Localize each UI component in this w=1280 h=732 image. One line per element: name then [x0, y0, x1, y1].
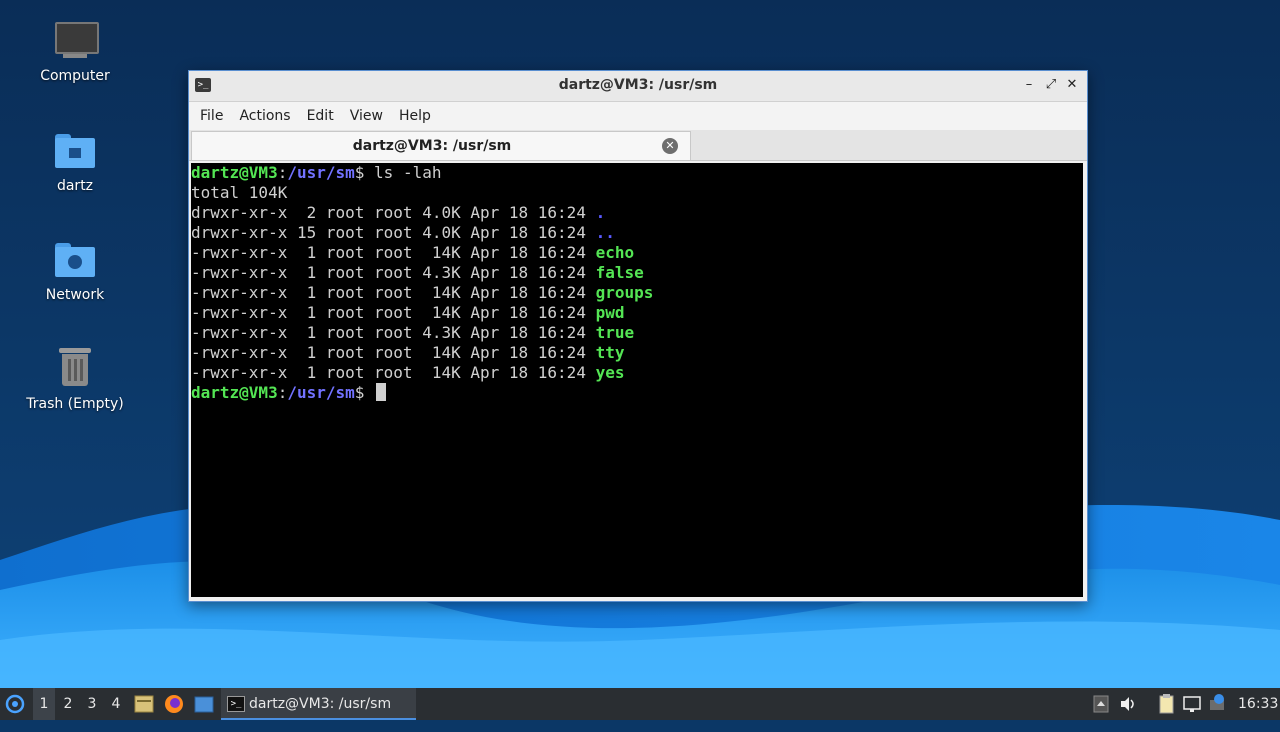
volume-icon	[1121, 697, 1134, 711]
tab-bar: dartz@VM3: /usr/sm ✕	[189, 130, 1087, 161]
workspace-2[interactable]: 2	[57, 688, 79, 720]
file-name: yes	[595, 363, 625, 382]
prompt-line: dartz@VM3:/usr/sm$	[191, 383, 1083, 403]
desktop-icon-label: Computer	[40, 68, 110, 84]
desktop-icon-trash[interactable]: Trash (Empty)	[20, 346, 130, 412]
tab-label: dartz@VM3: /usr/sm	[352, 138, 512, 154]
terminal-task-icon: >_	[227, 696, 245, 712]
maximize-button[interactable]: ⤢	[1041, 75, 1061, 95]
file-name: .	[595, 203, 606, 222]
prompt-path: /usr/sm	[287, 163, 355, 182]
close-button[interactable]: ✕	[1062, 75, 1082, 95]
prompt-user: dartz@VM3	[191, 163, 278, 182]
command-text: ls -lah	[374, 163, 442, 182]
listing-row: -rwxr-xr-x 1 root root 14K Apr 18 16:24 …	[191, 283, 1083, 303]
desktop-icon-label: dartz	[56, 178, 94, 194]
command-line: dartz@VM3:/usr/sm$ ls -lah	[191, 163, 442, 182]
firefox-icon	[165, 695, 183, 713]
terminal-window[interactable]: >_ dartz@VM3: /usr/sm – ⤢ ✕ File Actions E…	[188, 70, 1088, 602]
minimize-button[interactable]: –	[1019, 75, 1039, 95]
menu-help[interactable]: Help	[391, 102, 439, 130]
network-icon	[1183, 696, 1201, 712]
file-manager-launcher[interactable]	[133, 688, 155, 720]
prompt-user: dartz@VM3	[191, 383, 278, 402]
listing-row: -rwxr-xr-x 1 root root 14K Apr 18 16:24 …	[191, 243, 1083, 263]
file-name: echo	[595, 243, 635, 262]
taskbar: 1 2 3 4 >_ dartz@VM3: /usr/sm 16:33	[0, 688, 1280, 720]
listing-row: -rwxr-xr-x 1 root root 4.3K Apr 18 16:24…	[191, 263, 1083, 283]
workspace-4[interactable]: 4	[105, 688, 127, 720]
lxqt-logo-icon	[5, 694, 25, 714]
listing-row: drwxr-xr-x 2 root root 4.0K Apr 18 16:24…	[191, 203, 1083, 223]
computer-icon	[53, 18, 99, 62]
firefox-launcher[interactable]	[163, 688, 185, 720]
chevron-up-icon	[1093, 695, 1109, 713]
listing-row: -rwxr-xr-x 1 root root 14K Apr 18 16:24 …	[191, 343, 1083, 363]
task-label: dartz@VM3: /usr/sm	[249, 696, 392, 712]
tab-close-icon[interactable]: ✕	[662, 138, 678, 154]
clipboard-icon	[1159, 694, 1174, 714]
volume-button[interactable]	[1117, 688, 1139, 720]
desktop-icon-home[interactable]: dartz	[20, 128, 130, 194]
file-manager-icon	[134, 695, 154, 713]
tab-terminal[interactable]: dartz@VM3: /usr/sm ✕	[191, 131, 691, 160]
file-name: pwd	[595, 303, 625, 322]
file-name: false	[595, 263, 644, 282]
file-metadata: -rwxr-xr-x 1 root root 14K Apr 18 16:24	[191, 343, 596, 362]
show-desktop-button[interactable]	[193, 688, 215, 720]
workspace-3[interactable]: 3	[81, 688, 103, 720]
file-metadata: -rwxr-xr-x 1 root root 4.3K Apr 18 16:24	[191, 263, 596, 282]
menu-actions[interactable]: Actions	[231, 102, 298, 130]
home-folder-icon	[53, 128, 97, 172]
task-terminal[interactable]: >_ dartz@VM3: /usr/sm	[221, 688, 416, 720]
file-metadata: -rwxr-xr-x 1 root root 14K Apr 18 16:24	[191, 283, 596, 302]
file-metadata: drwxr-xr-x 15 root root 4.0K Apr 18 16:2…	[191, 223, 596, 242]
file-metadata: -rwxr-xr-x 1 root root 4.3K Apr 18 16:24	[191, 323, 596, 342]
file-name: true	[595, 323, 635, 342]
network-tray-button[interactable]	[1181, 688, 1203, 720]
notification-button[interactable]	[1207, 688, 1229, 720]
clock[interactable]: 16:33	[1238, 688, 1278, 720]
menu-file[interactable]: File	[192, 102, 231, 130]
terminal-output[interactable]: dartz@VM3:/usr/sm$ ls -lah total 104K dr…	[191, 163, 1083, 597]
notification-icon	[1210, 694, 1224, 710]
menu-edit[interactable]: Edit	[299, 102, 342, 130]
file-name: tty	[595, 343, 625, 362]
network-folder-icon	[53, 237, 97, 281]
desktop-icon-computer[interactable]: Computer	[20, 18, 130, 84]
menu-bar: File Actions Edit View Help	[189, 102, 1087, 130]
clipboard-button[interactable]	[1155, 688, 1177, 720]
desktop-icon	[194, 696, 214, 713]
desktop-icon-label: Trash (Empty)	[26, 396, 124, 412]
trash-icon	[53, 346, 97, 390]
start-menu-button[interactable]	[4, 688, 28, 720]
file-metadata: -rwxr-xr-x 1 root root 14K Apr 18 16:24	[191, 363, 596, 382]
listing-row: -rwxr-xr-x 1 root root 14K Apr 18 16:24 …	[191, 303, 1083, 323]
desktop-icon-network[interactable]: Network	[20, 237, 130, 303]
file-metadata: drwxr-xr-x 2 root root 4.0K Apr 18 16:24	[191, 203, 596, 222]
workspace-1[interactable]: 1	[33, 688, 55, 720]
file-metadata: -rwxr-xr-x 1 root root 14K Apr 18 16:24	[191, 243, 596, 262]
tray-expand-button[interactable]	[1090, 688, 1112, 720]
total-line: total 104K	[191, 183, 288, 202]
text-cursor	[376, 383, 387, 401]
window-titlebar[interactable]: >_ dartz@VM3: /usr/sm – ⤢ ✕	[189, 71, 1087, 102]
file-metadata: -rwxr-xr-x 1 root root 14K Apr 18 16:24	[191, 303, 596, 322]
file-name: groups	[595, 283, 654, 302]
desktop-icon-label: Network	[45, 287, 105, 303]
menu-view[interactable]: View	[342, 102, 391, 130]
prompt-path: /usr/sm	[287, 383, 355, 402]
listing-row: -rwxr-xr-x 1 root root 4.3K Apr 18 16:24…	[191, 323, 1083, 343]
listing-row: -rwxr-xr-x 1 root root 14K Apr 18 16:24 …	[191, 363, 1083, 383]
window-title: dartz@VM3: /usr/sm	[558, 77, 718, 93]
listing-row: drwxr-xr-x 15 root root 4.0K Apr 18 16:2…	[191, 223, 1083, 243]
file-name: ..	[595, 223, 615, 242]
